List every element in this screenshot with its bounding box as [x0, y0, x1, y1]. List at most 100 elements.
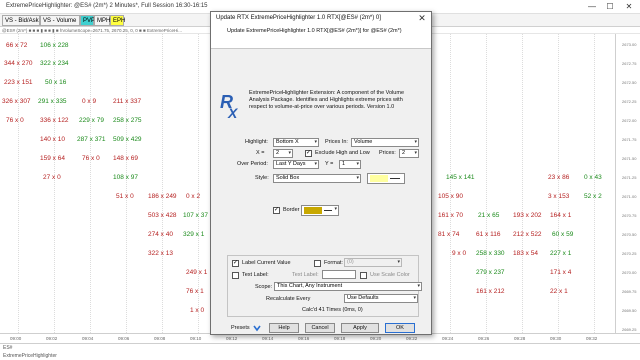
- bid-ask-volume-cell: 148 x 69: [113, 155, 138, 162]
- svg-text:X: X: [227, 105, 239, 121]
- line-style-icon: [390, 178, 400, 179]
- bid-ask-volume-cell: 76 x 0: [82, 155, 100, 162]
- chevron-down-icon: ▾: [417, 283, 420, 289]
- border-checkbox[interactable]: ✓: [273, 207, 280, 214]
- border-color-picker[interactable]: ▾: [301, 205, 339, 216]
- bid-ask-volume-cell: 329 x 1: [183, 231, 205, 238]
- time-tick-label: 09:32: [586, 336, 598, 341]
- time-tick-label: 09:02: [46, 336, 58, 341]
- time-tick-label: 09:12: [226, 336, 238, 341]
- bid-ask-volume-cell: 336 x 122: [40, 117, 69, 124]
- dialog-header-text: Update ExtremePriceHighlighter 1.0 RTX[@…: [227, 28, 402, 34]
- highlight-label: Highlight:: [245, 139, 268, 145]
- bid-ask-volume-cell: 322 x 13: [148, 250, 173, 257]
- time-tick-label: 09:04: [82, 336, 94, 341]
- bid-ask-volume-cell: 81 x 74: [438, 231, 460, 238]
- recalculate-select[interactable]: Use Defaults ▾: [344, 294, 418, 303]
- x-label: X =: [256, 150, 265, 156]
- style-label: Style:: [255, 175, 269, 181]
- bid-ask-volume-cell: 22 x 1: [550, 288, 568, 295]
- format-checkbox[interactable]: [314, 260, 321, 267]
- style-value: Solid Box: [276, 175, 300, 181]
- dialog-close-button[interactable]: ✕: [416, 12, 428, 25]
- presets-chevron-icon[interactable]: [253, 325, 261, 332]
- prices-in-select[interactable]: Volume ▾: [351, 138, 419, 147]
- time-tick-label: 09:24: [442, 336, 454, 341]
- highlight-value: Bottom X: [276, 139, 299, 145]
- bid-ask-volume-cell: 161 x 212: [476, 288, 505, 295]
- bid-ask-volume-cell: 51 x 0: [116, 193, 134, 200]
- bid-ask-volume-cell: 344 x 270: [4, 60, 33, 67]
- grid-line: [522, 34, 523, 333]
- exclude-high-low-checkbox[interactable]: ✓: [305, 150, 312, 157]
- grid-line: [90, 34, 91, 333]
- update-study-dialog: Update RTX ExtremePriceHighlighter 1.0 R…: [210, 11, 432, 335]
- over-period-select[interactable]: Last Y Days ▾: [273, 160, 319, 169]
- help-button[interactable]: Help: [269, 323, 299, 333]
- apply-button[interactable]: Apply: [341, 323, 379, 333]
- bid-ask-volume-cell: 227 x 1: [550, 250, 572, 257]
- price-tick-label: 2670.75: [622, 213, 637, 218]
- text-label-checkbox-label: Text Label:: [242, 272, 269, 278]
- style-color-picker[interactable]: [367, 173, 405, 184]
- time-tick-label: 09:26: [478, 336, 490, 341]
- minimize-button[interactable]: —: [584, 1, 600, 12]
- time-tick-label: 09:00: [10, 336, 22, 341]
- price-tick-label: 2670.00: [622, 270, 637, 275]
- bid-ask-volume-cell: 52 x 2: [584, 193, 602, 200]
- stepper-icon: ▾: [288, 150, 291, 156]
- bid-ask-volume-cell: 258 x 275: [113, 117, 142, 124]
- text-label-input[interactable]: [322, 270, 356, 279]
- price-tick-label: 2671.75: [622, 137, 637, 142]
- dialog-title: Update RTX ExtremePriceHighlighter 1.0 R…: [216, 15, 381, 21]
- tab-eph[interactable]: EPH: [110, 15, 125, 26]
- text-label-checkbox[interactable]: [232, 272, 239, 279]
- format-select[interactable]: (0) ▾: [344, 258, 402, 267]
- y-stepper[interactable]: 1 ▾: [339, 160, 361, 169]
- price-tick-label: 2671.00: [622, 194, 637, 199]
- price-axis[interactable]: 2673.00 2672.75 2672.50 2672.25 2672.00 2671.…: [615, 34, 640, 333]
- style-select[interactable]: Solid Box ▾: [273, 174, 361, 183]
- chevron-down-icon: ▾: [356, 175, 359, 181]
- bid-ask-volume-cell: 0 x 2: [186, 193, 201, 200]
- chevron-down-icon: ▾: [397, 259, 400, 265]
- presets-label[interactable]: Presets: [231, 325, 250, 331]
- study-description: ExtremePriceHighlighter Extension: A com…: [249, 90, 405, 110]
- bid-ask-volume-cell: 193 x 202: [513, 212, 542, 219]
- price-tick-label: 2672.00: [622, 118, 637, 123]
- grid-line: [162, 34, 163, 333]
- bid-ask-volume-cell: 27 x 0: [43, 174, 61, 181]
- price-tick-label: 2671.25: [622, 175, 637, 180]
- highlight-select[interactable]: Bottom X ▾: [273, 138, 319, 147]
- over-period-label: Over Period:: [237, 161, 268, 167]
- maximize-button[interactable]: ☐: [602, 1, 618, 12]
- label-current-value-checkbox[interactable]: ✓: [232, 260, 239, 267]
- tab-vs-volume[interactable]: VS - Volume: [40, 15, 80, 26]
- close-window-button[interactable]: ✕: [621, 1, 637, 12]
- bid-ask-volume-cell: 183 x 54: [513, 250, 538, 257]
- bid-ask-volume-cell: 164 x 1: [550, 212, 572, 219]
- stepper-icon: ▾: [356, 161, 359, 167]
- x-stepper[interactable]: 2 ▾: [273, 149, 293, 158]
- line-style-icon: [324, 210, 332, 211]
- tab-mph[interactable]: MPH: [94, 15, 110, 26]
- bid-ask-volume-cell: 61 x 116: [476, 231, 501, 238]
- use-scale-color-checkbox[interactable]: [360, 272, 367, 279]
- tab-vs-bid-ask[interactable]: VS - Bid/Ask: [2, 15, 40, 26]
- bid-ask-volume-cell: 229 x 79: [79, 117, 104, 124]
- bid-ask-volume-cell: 249 x 1: [186, 269, 208, 276]
- bid-ask-volume-cell: 21 x 65: [478, 212, 500, 219]
- tab-pvp[interactable]: PVP: [80, 15, 95, 26]
- text-label-field-label: Text Label:: [292, 272, 319, 278]
- style-color-swatch: [370, 175, 388, 182]
- prices-stepper[interactable]: 2 ▾: [399, 149, 419, 158]
- bid-ask-volume-cell: 274 x 40: [148, 231, 173, 238]
- bid-ask-volume-cell: 76 x 1: [186, 288, 204, 295]
- cancel-button[interactable]: Cancel: [305, 323, 335, 333]
- price-tick-label: 2672.75: [622, 61, 637, 66]
- ok-button[interactable]: OK: [385, 323, 415, 333]
- dialog-header: Update ExtremePriceHighlighter 1.0 RTX[@…: [211, 26, 431, 49]
- scope-select[interactable]: This Chart, Any Instrument ▾: [274, 282, 422, 291]
- price-tick-label: 2670.25: [622, 251, 637, 256]
- bid-ask-volume-cell: 50 x 16: [45, 79, 67, 86]
